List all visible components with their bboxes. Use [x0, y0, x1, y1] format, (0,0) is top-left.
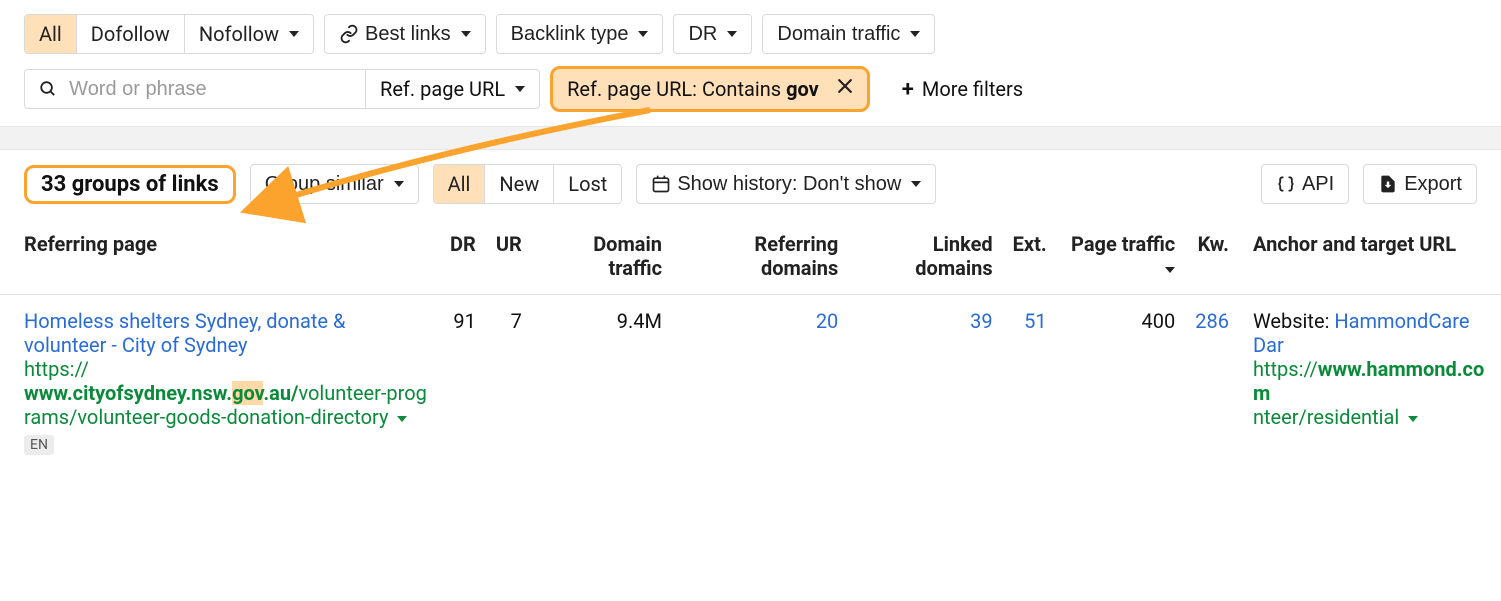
calendar-icon	[651, 174, 671, 194]
more-filters[interactable]: + More filters	[880, 77, 1023, 102]
follow-segment: All Dofollow Nofollow	[24, 14, 314, 54]
status-new[interactable]: New	[485, 165, 554, 203]
cell-linked-domains[interactable]: 39	[970, 309, 992, 333]
export-label: Export	[1404, 173, 1462, 196]
chevron-down-icon[interactable]	[1408, 416, 1418, 422]
group-similar-label: Group similar	[265, 173, 384, 196]
link-icon	[339, 24, 359, 44]
cell-page-traffic: 400	[1057, 295, 1186, 470]
chevron-down-icon	[394, 181, 404, 187]
chevron-down-icon	[461, 31, 471, 37]
more-filters-label: More filters	[922, 77, 1023, 101]
follow-nofollow[interactable]: Nofollow	[185, 15, 313, 53]
follow-dofollow[interactable]: Dofollow	[77, 15, 185, 53]
search-scope-dropdown[interactable]: Ref. page URL	[365, 70, 539, 108]
target-url[interactable]: https://www.hammond.comnteer/residential	[1253, 357, 1491, 429]
search-scope-label: Ref. page URL	[380, 77, 505, 101]
braces-icon	[1276, 174, 1296, 194]
chevron-down-icon	[910, 31, 920, 37]
lang-badge: EN	[24, 435, 54, 455]
status-segment: All New Lost	[433, 164, 623, 204]
best-links-filter[interactable]: Best links	[324, 14, 486, 54]
cell-kw[interactable]: 286	[1195, 309, 1229, 333]
close-icon	[835, 76, 855, 96]
search-icon	[39, 79, 57, 99]
chevron-down-icon	[727, 31, 737, 37]
col-ur[interactable]: UR	[486, 218, 532, 295]
table-row: Homeless shelters Sydney, donate & volun…	[0, 295, 1501, 470]
referring-page-title[interactable]: Homeless shelters Sydney, donate & volun…	[24, 309, 345, 357]
follow-nofollow-label: Nofollow	[199, 22, 279, 46]
sort-desc-icon	[1165, 267, 1175, 273]
export-button[interactable]: Export	[1363, 164, 1477, 204]
chevron-down-icon[interactable]	[397, 416, 407, 422]
download-icon	[1378, 174, 1398, 194]
col-referring-domains[interactable]: Referring domains	[672, 218, 848, 295]
col-dr[interactable]: DR	[440, 218, 486, 295]
cell-referring-domains[interactable]: 20	[816, 309, 838, 333]
chevron-down-icon	[638, 31, 648, 37]
status-lost[interactable]: Lost	[554, 165, 621, 203]
cell-ur: 7	[486, 295, 532, 470]
dr-filter-label: DR	[688, 23, 717, 46]
groups-count: 33 groups of links	[24, 165, 236, 204]
chevron-down-icon	[515, 86, 525, 92]
col-referring-page[interactable]: Referring page	[0, 218, 440, 295]
filter-row-2: Ref. page URL Ref. page URL: Contains go…	[0, 62, 1501, 126]
status-all[interactable]: All	[434, 165, 486, 203]
api-button[interactable]: API	[1261, 164, 1349, 204]
backlink-type-filter[interactable]: Backlink type	[496, 14, 664, 54]
anchor-prefix: Website:	[1253, 309, 1334, 333]
search-input[interactable]	[67, 77, 351, 102]
search-wrap: Ref. page URL	[24, 69, 540, 109]
domain-traffic-filter-label: Domain traffic	[777, 23, 900, 46]
chevron-down-icon	[911, 181, 921, 187]
api-label: API	[1302, 173, 1334, 196]
history-dropdown[interactable]: Show history: Don't show	[636, 164, 936, 204]
col-domain-traffic[interactable]: Domain traffic	[532, 218, 672, 295]
cell-dr: 91	[440, 295, 486, 470]
follow-all[interactable]: All	[25, 15, 77, 53]
col-ext[interactable]: Ext.	[1003, 218, 1057, 295]
dr-filter[interactable]: DR	[673, 14, 752, 54]
filter-chip-text: Ref. page URL: Contains gov	[567, 77, 819, 101]
domain-traffic-filter[interactable]: Domain traffic	[762, 14, 935, 54]
separator-band	[0, 126, 1501, 150]
best-links-label: Best links	[365, 23, 451, 46]
filter-row-1: All Dofollow Nofollow Best links Backlin…	[0, 0, 1501, 62]
history-label: Show history: Don't show	[677, 173, 901, 196]
active-filter-chip: Ref. page URL: Contains gov	[550, 66, 870, 112]
col-anchor[interactable]: Anchor and target URL	[1239, 218, 1501, 295]
col-linked-domains[interactable]: Linked domains	[848, 218, 1002, 295]
backlinks-table: Referring page DR UR Domain traffic Refe…	[0, 218, 1501, 469]
filter-chip-remove[interactable]	[833, 76, 857, 102]
cell-domain-traffic: 9.4M	[532, 295, 672, 470]
backlink-type-label: Backlink type	[511, 23, 629, 46]
chevron-down-icon	[289, 31, 299, 37]
summary-row: 33 groups of links Group similar All New…	[0, 150, 1501, 218]
referring-page-url[interactable]: https://www.cityofsydney.nsw.gov.au/volu…	[24, 357, 430, 429]
col-page-traffic[interactable]: Page traffic	[1057, 218, 1186, 295]
col-kw[interactable]: Kw.	[1185, 218, 1239, 295]
group-similar-dropdown[interactable]: Group similar	[250, 164, 419, 204]
plus-icon: +	[902, 77, 914, 102]
cell-ext[interactable]: 51	[1024, 309, 1046, 333]
